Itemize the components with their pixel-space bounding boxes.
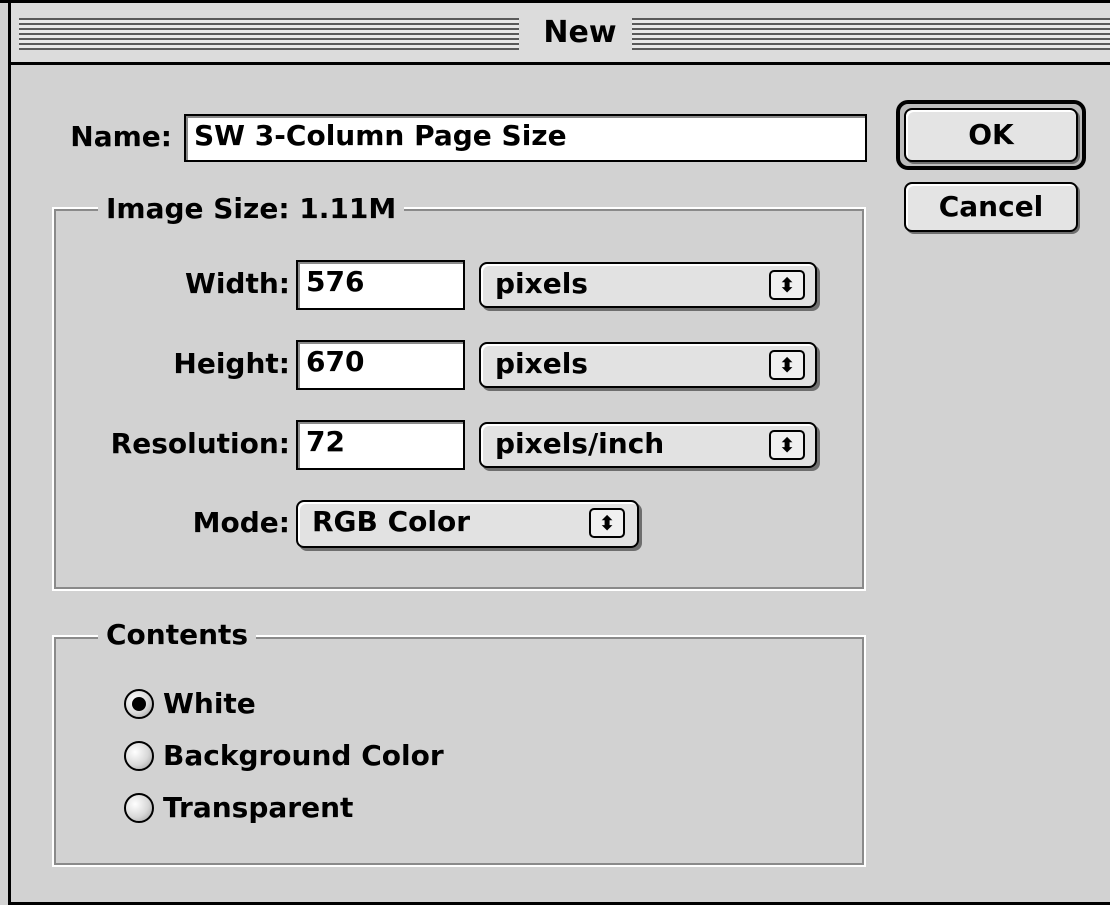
image-size-label: Image Size:: [106, 192, 290, 225]
up-down-arrows-icon: ⬍: [769, 430, 805, 460]
radio-button-icon[interactable]: [124, 689, 154, 719]
resolution-unit-popup[interactable]: pixels/inch ⬍: [479, 422, 817, 468]
ok-button[interactable]: OK: [904, 108, 1078, 162]
radio-label-transparent[interactable]: Transparent: [163, 791, 353, 825]
title-bar-stripes-left: [19, 18, 519, 50]
width-unit-popup[interactable]: pixels ⬍: [479, 262, 817, 308]
height-field[interactable]: 670: [296, 340, 465, 390]
name-label: Name:: [70, 120, 172, 153]
resolution-label: Resolution:: [110, 427, 290, 460]
width-label: Width:: [184, 267, 290, 300]
up-down-arrows-icon: ⬍: [769, 270, 805, 300]
mode-value: RGB Color: [312, 505, 471, 538]
width-unit-value: pixels: [495, 267, 588, 300]
radio-label-background-color[interactable]: Background Color: [163, 739, 444, 773]
height-label: Height:: [173, 347, 290, 380]
name-field[interactable]: SW 3-Column Page Size: [184, 114, 867, 162]
radio-label-white[interactable]: White: [163, 687, 256, 721]
up-down-arrows-icon: ⬍: [769, 350, 805, 380]
title-bar[interactable]: New: [11, 3, 1110, 65]
height-unit-popup[interactable]: pixels ⬍: [479, 342, 817, 388]
title-bar-stripes-right: [623, 18, 1110, 50]
cancel-button[interactable]: Cancel: [904, 182, 1078, 232]
window-title: New: [528, 13, 632, 53]
up-down-arrows-icon: ⬍: [589, 508, 625, 538]
radio-selected-dot: [132, 697, 146, 711]
resolution-field[interactable]: 72: [296, 420, 465, 470]
mode-popup[interactable]: RGB Color ⬍: [296, 500, 639, 548]
radio-button-icon[interactable]: [124, 741, 154, 771]
width-field[interactable]: 576: [296, 260, 465, 310]
height-unit-value: pixels: [495, 347, 588, 380]
image-size-value: 1.11M: [299, 192, 397, 225]
contents-title: Contents: [98, 618, 257, 652]
image-size-title: Image Size: 1.11M: [98, 192, 405, 226]
radio-button-icon[interactable]: [124, 793, 154, 823]
window-border-left: [8, 0, 11, 905]
resolution-unit-value: pixels/inch: [495, 427, 665, 460]
mode-label: Mode:: [192, 506, 290, 539]
